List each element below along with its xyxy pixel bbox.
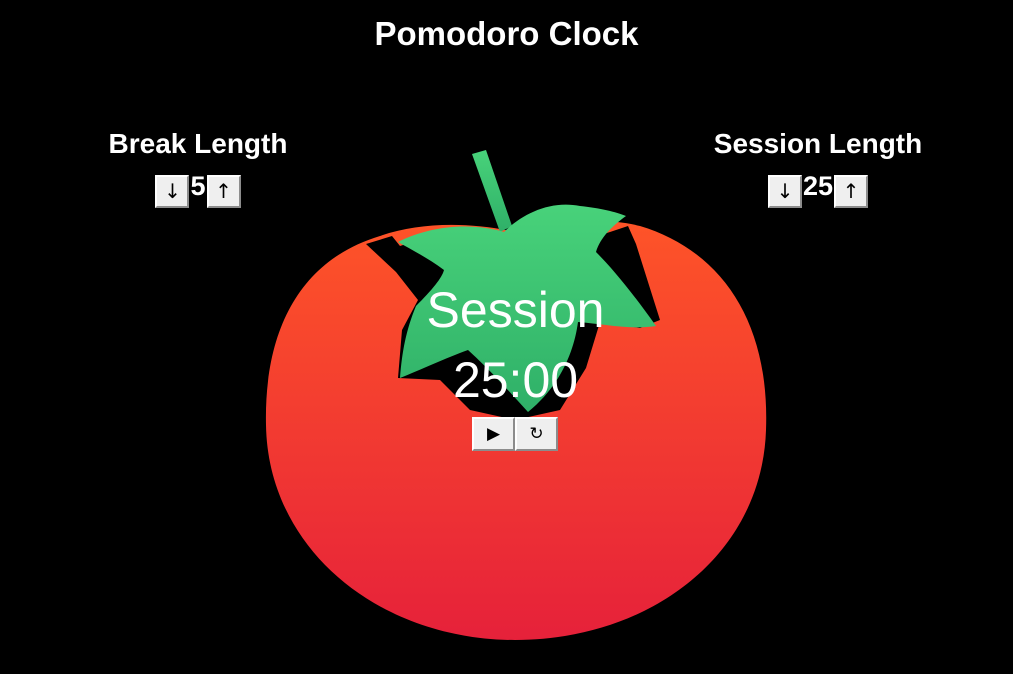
start-stop-button[interactable]: ▶ — [472, 417, 515, 451]
timer-display: 25:00 — [452, 352, 579, 408]
stem — [472, 150, 512, 232]
reset-button[interactable]: ↻ — [515, 417, 558, 451]
session-length-row: ↓ 25 ↑ — [668, 171, 968, 208]
break-length-row: ↓ 5 ↑ — [48, 171, 348, 208]
session-length-value: 25 — [802, 171, 834, 201]
pomodoro-app: Pomodoro Clock Break Length ↓ 5 ↑ Sessio… — [0, 0, 1013, 674]
session-increment-button[interactable]: ↑ — [834, 174, 869, 208]
session-length-label: Session Length — [713, 128, 923, 159]
break-decrement-button[interactable]: ↓ — [155, 174, 190, 208]
break-increment-button[interactable]: ↑ — [206, 174, 241, 208]
session-length-control: Session Length ↓ 25 ↑ — [668, 124, 968, 208]
break-length-label: Break Length — [108, 128, 288, 159]
break-length-value: 5 — [190, 171, 206, 201]
page-title: Pomodoro Clock — [374, 15, 639, 52]
break-length-control: Break Length ↓ 5 ↑ — [48, 124, 348, 208]
session-decrement-button[interactable]: ↓ — [767, 174, 802, 208]
timer-controls: ▶ ↻ — [472, 417, 558, 451]
timer-label: Session — [426, 282, 605, 338]
